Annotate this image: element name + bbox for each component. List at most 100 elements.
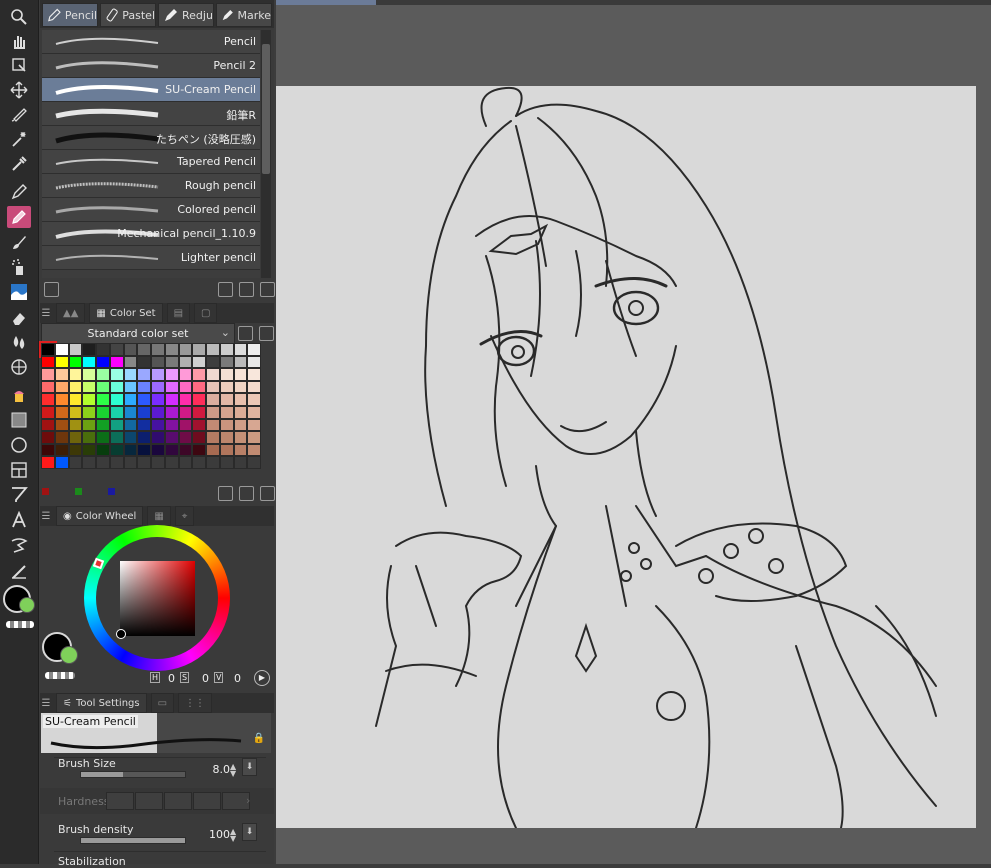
color-swatch[interactable]	[247, 405, 261, 419]
color-swatch[interactable]	[82, 443, 96, 457]
color-swatch[interactable]	[54, 418, 69, 432]
color-swatch[interactable]	[164, 343, 179, 356]
color-swatch[interactable]	[206, 405, 220, 419]
color-swatch[interactable]	[151, 368, 165, 381]
object-icon[interactable]	[7, 54, 31, 76]
download-icon[interactable]: ⬇	[242, 823, 257, 841]
color-swatch[interactable]	[192, 343, 206, 356]
pen-icon[interactable]	[7, 181, 31, 203]
airbrush-icon[interactable]	[7, 256, 31, 278]
color-swatch[interactable]	[82, 418, 96, 432]
color-swatch[interactable]	[68, 343, 83, 356]
color-swatch[interactable]	[41, 380, 55, 394]
sv-cursor[interactable]	[116, 629, 126, 639]
color-swatch[interactable]	[96, 405, 110, 419]
import-icon[interactable]	[218, 282, 233, 297]
color-swatch[interactable]	[219, 443, 234, 457]
tab-redju[interactable]: Redju	[158, 3, 214, 27]
lock-icon[interactable]: 🔒	[253, 733, 265, 744]
color-swatch[interactable]	[39, 341, 57, 358]
color-swatch[interactable]	[54, 393, 69, 406]
color-swatch[interactable]	[164, 405, 179, 419]
color-swatch[interactable]	[41, 393, 55, 406]
color-swatch[interactable]	[109, 368, 124, 381]
color-swatch[interactable]	[54, 431, 69, 444]
color-swatch[interactable]	[96, 431, 110, 444]
color-swatch[interactable]	[192, 368, 206, 381]
tab-color-slider[interactable]: ▦	[147, 506, 171, 526]
trash-icon[interactable]	[260, 282, 275, 297]
color-swatch[interactable]	[178, 368, 193, 381]
color-set-dropdown[interactable]: Standard color set ⌄	[41, 323, 235, 344]
active-canvas-tab[interactable]	[276, 0, 376, 5]
color-swatch[interactable]	[123, 355, 138, 369]
color-swatch[interactable]	[41, 368, 55, 381]
color-swatch[interactable]	[96, 380, 110, 394]
color-swatch[interactable]	[109, 405, 124, 419]
color-swatch[interactable]	[192, 405, 206, 419]
color-swatch[interactable]	[41, 456, 55, 469]
color-swatch[interactable]	[164, 393, 179, 406]
fill-icon[interactable]	[7, 356, 31, 378]
color-swatch[interactable]	[82, 431, 96, 444]
color-swatch[interactable]	[68, 418, 83, 432]
color-swatch[interactable]	[68, 456, 83, 469]
brush-item[interactable]: たちペン (没略圧感)	[42, 126, 260, 150]
color-swatch[interactable]	[233, 380, 248, 394]
color-swatch[interactable]	[41, 431, 55, 444]
history-color[interactable]	[42, 488, 49, 495]
color-swatch[interactable]	[41, 405, 55, 419]
color-swatch[interactable]	[164, 418, 179, 432]
color-swatch[interactable]	[68, 368, 83, 381]
color-swatch[interactable]	[247, 393, 261, 406]
color-swatch[interactable]	[123, 418, 138, 432]
color-swatch[interactable]	[247, 380, 261, 394]
drawing-canvas[interactable]	[276, 86, 976, 828]
pencil-tool-icon[interactable]	[7, 206, 31, 228]
tab-sub-tool-detail[interactable]: ▭	[150, 693, 175, 713]
color-swatch[interactable]	[41, 418, 55, 432]
brush-density-value[interactable]: 100	[200, 828, 230, 841]
color-swatch[interactable]	[82, 355, 96, 369]
color-swatch[interactable]	[219, 368, 234, 381]
brush-item[interactable]: Mechanical pencil_1.10.9	[42, 222, 260, 246]
frame-border-icon[interactable]	[7, 459, 31, 481]
tab-sub-view[interactable]: ▢	[194, 303, 218, 323]
color-swatch[interactable]	[233, 368, 248, 381]
color-swatch[interactable]	[206, 393, 220, 406]
decoration-icon[interactable]	[7, 281, 31, 303]
brush-item[interactable]: Pencil	[42, 30, 260, 54]
color-swatch[interactable]	[109, 431, 124, 444]
history-color[interactable]	[108, 488, 115, 495]
color-swatch[interactable]	[82, 393, 96, 406]
color-swatch[interactable]	[192, 443, 206, 457]
brush-density-slider[interactable]	[80, 837, 186, 844]
color-swatch[interactable]	[54, 380, 69, 394]
brush-item[interactable]: SU-Cream Pencil	[42, 78, 260, 102]
import-icon[interactable]	[218, 486, 233, 501]
panel-menu-icon[interactable]: ☰	[40, 698, 52, 709]
color-swatch[interactable]	[68, 431, 83, 444]
magic-wand-icon[interactable]	[7, 128, 31, 150]
color-swatch[interactable]	[233, 456, 248, 469]
tab-marker[interactable]: Marke	[216, 3, 272, 27]
color-swatch[interactable]	[233, 355, 248, 369]
tab-pencil[interactable]: Pencil	[42, 3, 98, 27]
color-swatch[interactable]	[96, 355, 110, 369]
chevron-right-icon[interactable]: ›	[246, 794, 250, 807]
color-swatch[interactable]	[164, 380, 179, 394]
color-swatch[interactable]	[219, 431, 234, 444]
lasso-select-icon[interactable]	[7, 103, 31, 125]
color-swatch[interactable]	[219, 380, 234, 394]
color-swatch[interactable]	[82, 456, 96, 469]
brush-list-scrollbar[interactable]	[261, 30, 271, 278]
color-swatch[interactable]	[233, 393, 248, 406]
color-swatch[interactable]	[192, 418, 206, 432]
color-swatch[interactable]	[192, 380, 206, 394]
color-swatch[interactable]	[96, 456, 110, 469]
color-swatch[interactable]	[247, 355, 261, 369]
color-swatch[interactable]	[233, 443, 248, 457]
color-swatch[interactable]	[41, 355, 55, 369]
download-icon[interactable]: ⬇	[242, 758, 257, 776]
color-swatch[interactable]	[178, 418, 193, 432]
